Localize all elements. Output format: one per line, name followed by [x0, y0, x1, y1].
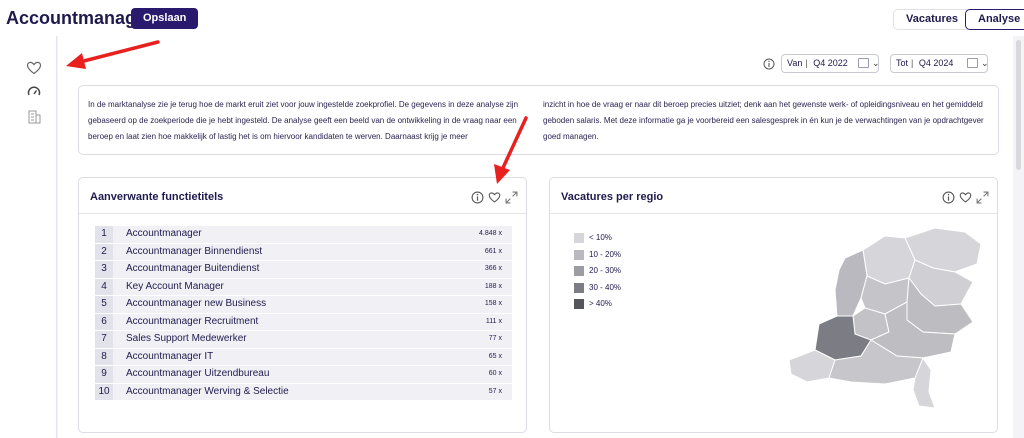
job-count: 661 x — [484, 247, 502, 255]
list-item[interactable]: 8 Accountmanager IT 65 x — [95, 348, 512, 366]
calendar-icon — [858, 58, 869, 68]
top-bar: Accountmanager Opslaan Vacatures Analyse — [0, 0, 1024, 36]
job-title: Key Account Manager — [126, 280, 224, 292]
job-title: Accountmanager Binnendienst — [126, 245, 263, 257]
expand-icon[interactable] — [976, 191, 989, 204]
intro-text-col1: In de marktanalyse zie je terug hoe de m… — [88, 100, 519, 141]
period-from-value: Q4 2022 — [813, 58, 848, 68]
job-count: 111 x — [485, 317, 502, 325]
job-count: 57 x — [488, 387, 502, 395]
card-title: Vacatures per regio — [561, 191, 664, 203]
job-title: Accountmanager new Business — [126, 298, 267, 309]
job-title: Accountmanager IT — [126, 350, 214, 362]
legend-label: 30 - 40% — [589, 282, 622, 292]
job-title: Accountmanager Werving & Selectie — [126, 385, 289, 397]
job-count: 60 x — [488, 370, 502, 377]
job-count: 77 x — [488, 335, 502, 342]
calendar-icon — [967, 58, 978, 68]
rank-number: 7 — [95, 331, 113, 348]
job-title: Accountmanager Uitzendbureau — [126, 368, 270, 379]
period-to-value: Q4 2024 — [918, 58, 954, 68]
job-title: Accountmanager — [126, 228, 202, 239]
rank-number: 4 — [95, 278, 113, 295]
period-to-label: Tot — [896, 58, 909, 68]
job-count: 188 x — [484, 282, 502, 290]
heart-icon[interactable] — [26, 60, 42, 76]
related-titles-list: 1 Accountmanager 4.848 x 2 Accountmanager Bi… — [95, 226, 512, 401]
vacancies-region-card: Vacatures per regio < 10% 10 - 20% 20 - 30… — [549, 177, 998, 433]
card-actions — [471, 191, 521, 205]
nav-vacatures-button[interactable]: Vacatures — [893, 9, 971, 30]
legend-label: 10 - 20% — [589, 249, 622, 259]
job-title: Accountmanager Recruitment — [126, 315, 259, 327]
legend-swatch — [574, 299, 584, 309]
region-noord-holland[interactable] — [834, 249, 868, 317]
info-icon[interactable] — [471, 191, 484, 204]
card-title: Aanverwante functietitels — [90, 191, 224, 203]
expand-icon[interactable] — [505, 191, 518, 204]
list-item[interactable]: 5 Accountmanager new Business 158 x — [95, 296, 512, 314]
related-titles-card: Aanverwante functietitels 1 Accountmanage… — [78, 177, 527, 433]
nav-analyse-button[interactable]: Analyse — [965, 9, 1024, 30]
heart-icon[interactable] — [488, 191, 501, 204]
intro-text-box: In de marktanalyse zie je terug hoe de m… — [78, 85, 999, 155]
period-to-select[interactable]: Tot | Q4 2024 ⌄ — [890, 54, 989, 73]
legend-label: < 10% — [589, 233, 612, 242]
list-item[interactable]: 10 Accountmanager Werving & Selectie 57 x — [95, 383, 512, 401]
period-from-label: Van — [787, 58, 803, 68]
list-item[interactable]: 3 Accountmanager Buitendienst 366 x — [95, 261, 512, 279]
list-item[interactable]: 4 Key Account Manager 188 x — [95, 278, 512, 296]
job-title: Sales Support Medewerker — [126, 333, 247, 344]
rank-number: 6 — [95, 313, 113, 330]
list-item[interactable]: 1 Accountmanager 4.848 x — [95, 226, 512, 244]
annotation-arrow — [494, 116, 528, 184]
card-actions — [942, 191, 992, 205]
rank-number: 8 — [95, 348, 113, 365]
job-count: 366 x — [484, 265, 502, 272]
scrollbar[interactable] — [1016, 40, 1021, 170]
sidebar — [0, 36, 57, 438]
save-button[interactable]: Opslaan — [131, 8, 199, 29]
region-friesland[interactable] — [862, 235, 916, 285]
job-title: Accountmanager Buitendienst — [126, 263, 260, 274]
rank-number: 10 — [95, 383, 113, 400]
rank-number: 9 — [95, 366, 113, 383]
legend-swatch — [574, 233, 584, 243]
building-icon[interactable] — [26, 109, 42, 125]
period-from-select[interactable]: Van | Q4 2022 ⌄ — [781, 54, 880, 73]
rank-number: 2 — [95, 243, 113, 260]
chevron-down-icon: ⌄ — [872, 58, 880, 68]
list-item[interactable]: 9 Accountmanager Uitzendbureau 60 x — [95, 366, 512, 384]
list-item[interactable]: 2 Accountmanager Binnendienst 661 x — [95, 243, 512, 261]
rank-number: 3 — [95, 261, 113, 278]
intro-text-col2: inzicht in hoe de vraag er naar dit bero… — [543, 100, 984, 141]
info-icon[interactable] — [942, 191, 955, 204]
rank-number: 1 — [95, 226, 113, 243]
job-count: 65 x — [488, 352, 502, 360]
legend-label: > 40% — [589, 299, 612, 308]
legend-swatch — [574, 282, 584, 293]
info-icon[interactable] — [763, 58, 775, 70]
list-item[interactable]: 6 Accountmanager Recruitment 111 x — [95, 313, 512, 331]
job-count: 4.848 x — [479, 230, 502, 237]
legend-swatch — [574, 266, 584, 276]
legend-label: 20 - 30% — [589, 266, 622, 275]
netherlands-map — [788, 227, 982, 409]
rank-number: 5 — [95, 296, 113, 313]
annotation-arrow — [66, 40, 160, 69]
job-count: 158 x — [484, 300, 502, 307]
legend-swatch — [574, 249, 584, 260]
chevron-down-icon: ⌄ — [981, 58, 989, 68]
list-item[interactable]: 7 Sales Support Medewerker 77 x — [95, 331, 512, 349]
gauge-icon[interactable] — [26, 84, 42, 100]
heart-icon[interactable] — [959, 191, 972, 204]
